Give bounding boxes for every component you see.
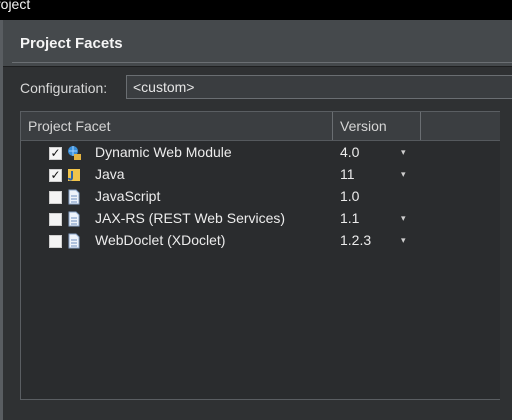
dialog-header: Project Facets [0, 20, 512, 420]
document-icon [68, 189, 80, 205]
table-row[interactable]: JAX-RS (REST Web Services) 1.1 ▾ [21, 208, 504, 230]
table-row[interactable]: ✓ Java 11 ▾ [21, 164, 504, 186]
table-header: Project Facet Version [21, 112, 504, 141]
project-facets-table[interactable]: Project Facet Version ✓ Dynamic Web Modu… [20, 111, 505, 400]
chevron-down-icon[interactable]: ▾ [401, 235, 406, 246]
table-row[interactable]: ✓ Dynamic Web Module 4.0 ▾ [21, 142, 504, 164]
facet-checkbox[interactable]: ✓ [49, 147, 62, 160]
window-titlebar: roject [0, 0, 512, 20]
column-separator [332, 112, 333, 140]
page-title: Project Facets [20, 35, 123, 52]
document-icon [68, 211, 80, 227]
facet-version[interactable]: 1.0 [340, 188, 359, 204]
right-frame-edge [500, 111, 512, 400]
chevron-down-icon[interactable]: ▾ [401, 147, 406, 158]
facet-checkbox[interactable] [49, 235, 62, 248]
facet-name: JavaScript [95, 188, 161, 204]
facet-name: WebDoclet (XDoclet) [95, 232, 226, 248]
facet-checkbox[interactable] [49, 191, 62, 204]
chevron-down-icon[interactable]: ▾ [401, 169, 406, 180]
column-header-version[interactable]: Version [340, 112, 387, 140]
facet-checkbox[interactable]: ✓ [49, 169, 62, 182]
table-row[interactable]: WebDoclet (XDoclet) 1.2.3 ▾ [21, 230, 504, 252]
facet-version[interactable]: 4.0 [340, 144, 359, 160]
table-row[interactable]: JavaScript 1.0 [21, 186, 504, 208]
facet-name: Dynamic Web Module [95, 144, 232, 160]
configuration-select[interactable]: <custom> [126, 75, 512, 99]
facet-version[interactable]: 1.1 [340, 210, 359, 226]
facet-version[interactable]: 11 [340, 166, 355, 182]
column-separator [420, 112, 421, 140]
facet-version[interactable]: 1.2.3 [340, 232, 371, 248]
document-icon [68, 233, 80, 249]
dialog-left-border-body [0, 66, 3, 400]
web-module-icon [68, 146, 81, 160]
java-icon [68, 169, 80, 181]
facet-name: Java [95, 166, 125, 182]
configuration-label: Configuration: [20, 80, 108, 96]
header-divider [12, 62, 512, 63]
window-title: roject [0, 0, 31, 12]
column-header-project-facet[interactable]: Project Facet [28, 112, 110, 140]
chevron-down-icon[interactable]: ▾ [401, 213, 406, 224]
facet-checkbox[interactable] [49, 213, 62, 226]
facet-name: JAX-RS (REST Web Services) [95, 210, 286, 226]
